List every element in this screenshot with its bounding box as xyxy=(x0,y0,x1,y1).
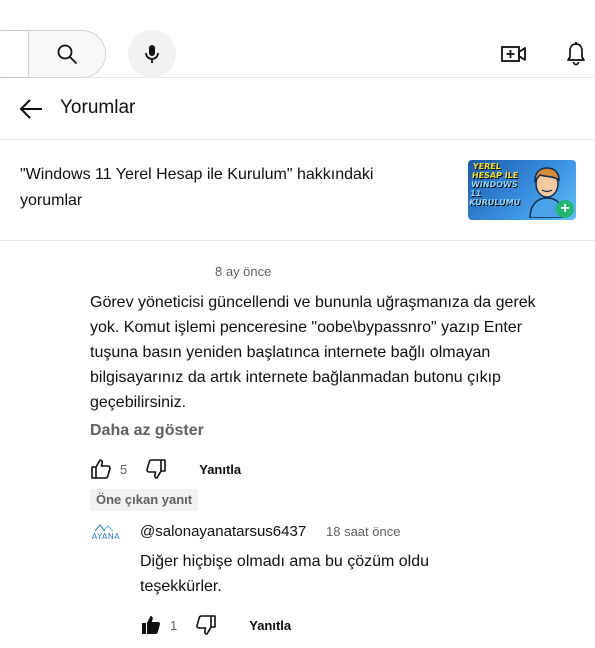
video-title: "Windows 11 Yerel Hesap ile Kurulum" hak… xyxy=(20,166,374,209)
video-add-icon xyxy=(501,46,526,62)
mic-icon xyxy=(145,45,159,63)
reply-author[interactable]: @salonayanatarsus6437 xyxy=(140,523,306,540)
comment-text: Görev yöneticisi güncellendi ve bununla … xyxy=(90,294,536,411)
reply-like-count: 1 xyxy=(170,617,178,633)
notifications-button[interactable] xyxy=(556,36,595,72)
reply-dislike-button[interactable] xyxy=(193,612,219,638)
arrow-left-icon xyxy=(19,99,42,119)
search-input[interactable] xyxy=(0,30,28,78)
thumbs-down-icon xyxy=(196,615,217,635)
bell-icon xyxy=(567,42,585,66)
ayana-logo-icon xyxy=(94,524,114,532)
reply-like-button[interactable] xyxy=(138,612,164,638)
comment-actions: 5 Yanıtla xyxy=(88,456,241,482)
like-count: 5 xyxy=(120,461,128,477)
reply-actions: 1 Yanıtla xyxy=(138,612,291,638)
dislike-button[interactable] xyxy=(143,456,169,482)
video-context: "Windows 11 Yerel Hesap ile Kurulum" hak… xyxy=(0,140,595,241)
highlighted-reply-badge: Öne çıkan yanıt xyxy=(90,489,199,511)
thumbs-up-icon xyxy=(91,459,111,479)
reply-button[interactable]: Yanıtla xyxy=(199,462,241,477)
avatar[interactable]: AYANA xyxy=(91,524,121,542)
plus-badge-icon: + xyxy=(556,200,574,218)
show-less-button[interactable]: Daha az göster xyxy=(90,422,204,440)
search-icon xyxy=(57,44,77,64)
video-thumbnail[interactable]: YEREL HESAP İLE WINDOWS 11 KURULUMU + xyxy=(468,160,576,220)
avatar-logo-text: AYANA xyxy=(91,532,121,541)
masthead xyxy=(0,0,595,78)
like-button[interactable] xyxy=(88,456,114,482)
reply-reply-button[interactable]: Yanıtla xyxy=(249,618,291,633)
voice-search-button[interactable] xyxy=(128,30,176,78)
panel-title: Yorumlar xyxy=(60,97,136,118)
back-button[interactable] xyxy=(14,92,48,126)
thumbs-up-filled-icon xyxy=(142,616,160,634)
thumbnail-text: YEREL HESAP İLE WINDOWS 11 KURULUMU xyxy=(468,162,521,207)
thumbs-down-icon xyxy=(146,459,167,479)
create-button[interactable] xyxy=(494,36,534,72)
comments-panel-header: Yorumlar xyxy=(0,78,595,140)
reply-text: Diğer hiçbişe olmadı ama bu çözüm oldu t… xyxy=(140,553,430,595)
search-button[interactable] xyxy=(28,30,106,78)
comment-timestamp[interactable]: 8 ay önce xyxy=(215,264,271,279)
reply-timestamp[interactable]: 18 saat önce xyxy=(326,524,400,539)
